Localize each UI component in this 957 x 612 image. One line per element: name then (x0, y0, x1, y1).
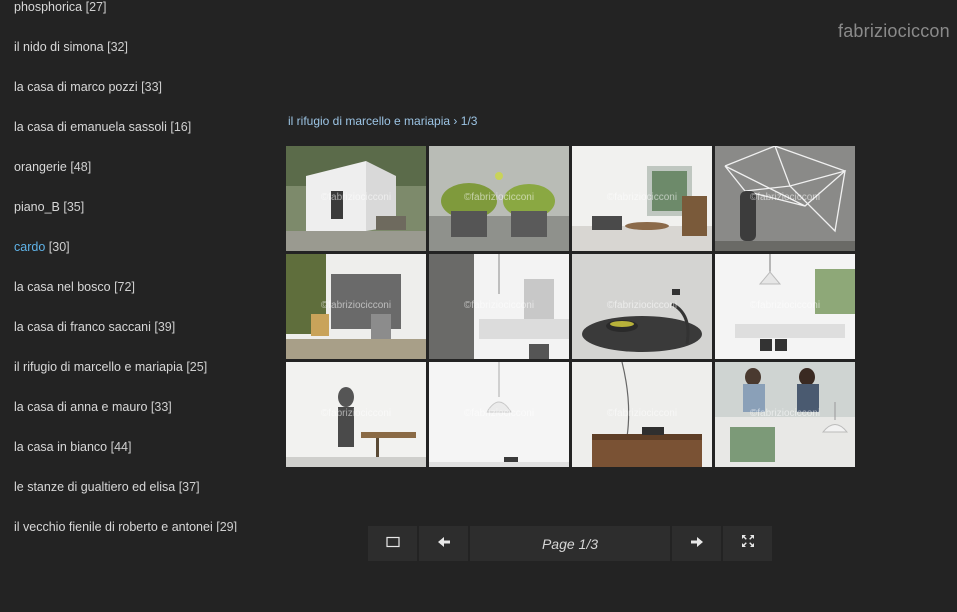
watermark-text: ©fabriziocicconi (749, 300, 821, 311)
sidebar-item[interactable]: piano_B [35] (0, 194, 240, 234)
thumbnail-view-icon (385, 535, 400, 553)
sidebar-item-count: [30] (48, 240, 70, 254)
sidebar-item[interactable]: la casa di franco saccani [39] (0, 314, 240, 354)
watermark-text: ©fabriziocicconi (606, 192, 678, 203)
sidebar-item-name: il vecchio fienile di roberto e antonei (14, 520, 213, 532)
sidebar-item-count: [27] (85, 0, 107, 14)
thumbnail-photo[interactable]: ©fabriziocicconi (429, 146, 569, 251)
thumbnail-photo[interactable]: ©fabriziocicconi (429, 362, 569, 467)
sidebar-item[interactable]: la casa in bianco [44] (0, 434, 240, 474)
sidebar-item-name: le stanze di gualtiero ed elisa (14, 480, 176, 494)
breadcrumb-gallery-title[interactable]: il rifugio di marcello e mariapia (288, 114, 450, 128)
pager-controls: Page 1/3 (368, 526, 772, 561)
sidebar-item-name: la casa di marco pozzi (14, 80, 138, 94)
sidebar-item-name: cardo (14, 240, 46, 254)
watermark-text: ©fabriziocicconi (463, 408, 535, 419)
sidebar-item-count: [35] (63, 200, 85, 214)
thumbnail-view-button[interactable] (368, 526, 417, 561)
sidebar-item[interactable]: la casa nel bosco [72] (0, 274, 240, 314)
watermark-text: ©fabriziocicconi (606, 408, 678, 419)
thumbnail-photo[interactable]: ©fabriziocicconi (286, 362, 426, 467)
sidebar-item[interactable]: phosphorica [27] (0, 0, 240, 34)
fullscreen-icon (741, 534, 755, 553)
gallery-page: phosphorica [27] il nido di simona [32] la… (0, 0, 957, 612)
sidebar-item-count: [39] (154, 320, 176, 334)
watermark-text: ©fabriziocicconi (749, 408, 821, 419)
thumbnail-photo[interactable]: ©fabriziocicconi (429, 254, 569, 359)
sidebar-item-count: [33] (141, 80, 163, 94)
sidebar-item[interactable]: il nido di simona [32] (0, 34, 240, 74)
next-page-button[interactable] (672, 526, 721, 561)
thumbnail-photo[interactable]: ©fabriziocicconi (286, 254, 426, 359)
thumbnail-photo[interactable]: ©fabriziocicconi (572, 146, 712, 251)
thumbnail-photo[interactable]: ©fabriziocicconi (715, 362, 855, 467)
sidebar-item-count: [48] (70, 160, 92, 174)
sidebar-item[interactable]: orangerie [48] (0, 154, 240, 194)
sidebar-item-name: orangerie (14, 160, 67, 174)
arrow-left-icon (437, 535, 451, 553)
watermark-text: ©fabriziocicconi (320, 192, 392, 203)
breadcrumb: il rifugio di marcello e mariapia › 1/3 (288, 114, 477, 128)
brand-logo-text[interactable]: fabriziociccon (838, 21, 950, 42)
watermark-text: ©fabriziocicconi (320, 408, 392, 419)
sidebar-gallery-list: phosphorica [27] il nido di simona [32] la… (0, 0, 240, 532)
thumbnail-photo[interactable]: ©fabriziocicconi (715, 146, 855, 251)
breadcrumb-page-position: 1/3 (460, 114, 478, 128)
thumbnail-photo[interactable]: ©fabriziocicconi (286, 146, 426, 251)
thumbnail-photo[interactable]: ©fabriziocicconi (572, 254, 712, 359)
watermark-text: ©fabriziocicconi (749, 192, 821, 203)
sidebar-item[interactable]: la casa di emanuela sassoli [16] (0, 114, 240, 154)
sidebar-item[interactable]: la casa di anna e mauro [33] (0, 394, 240, 434)
sidebar-item-count: [25] (186, 360, 208, 374)
sidebar-item-name: la casa nel bosco (14, 280, 111, 294)
thumbnail-photo[interactable]: ©fabriziocicconi (715, 254, 855, 359)
sidebar-item[interactable]: cardo [30] (0, 234, 240, 274)
sidebar-item-count: [32] (107, 40, 128, 54)
sidebar-item-name: il rifugio di marcello e mariapia (14, 360, 183, 374)
watermark-text: ©fabriziocicconi (463, 192, 535, 203)
sidebar-item[interactable]: la casa di marco pozzi [33] (0, 74, 240, 114)
sidebar-item-count: [44] (110, 440, 132, 454)
thumbnail-photo[interactable]: ©fabriziocicconi (572, 362, 712, 467)
watermark-text: ©fabriziocicconi (463, 300, 535, 311)
sidebar-item[interactable]: le stanze di gualtiero ed elisa [37] (0, 474, 240, 514)
arrow-right-icon (690, 535, 704, 553)
sidebar-item-name: piano_B (14, 200, 60, 214)
sidebar-item-count: [37] (178, 480, 200, 494)
fullscreen-button[interactable] (723, 526, 772, 561)
sidebar-item-count: [33] (150, 400, 172, 414)
sidebar-item-count: [16] (170, 120, 192, 134)
sidebar-item-name: la casa di anna e mauro (14, 400, 148, 414)
sidebar-item-name: il nido di simona (14, 40, 104, 54)
sidebar-item-name: la casa in bianco (14, 440, 108, 454)
breadcrumb-separator: › (453, 114, 458, 128)
sidebar-item-name: phosphorica (14, 0, 83, 14)
sidebar-item[interactable]: il vecchio fienile di roberto e antonei … (0, 514, 240, 532)
sidebar-item[interactable]: il rifugio di marcello e mariapia [25] (0, 354, 240, 394)
watermark-text: ©fabriziocicconi (606, 300, 678, 311)
thumbnail-grid: ©fabriziocicconi ©fabriziocicconi ©fabrizi… (286, 146, 856, 468)
page-indicator: Page 1/3 (470, 526, 670, 561)
sidebar-item-name: la casa di emanuela sassoli (14, 120, 167, 134)
sidebar-item-count: [72] (114, 280, 135, 294)
previous-page-button[interactable] (419, 526, 468, 561)
sidebar-item-count: [29] (216, 520, 238, 532)
sidebar-item-name: la casa di franco saccani (14, 320, 151, 334)
watermark-text: ©fabriziocicconi (320, 300, 392, 311)
